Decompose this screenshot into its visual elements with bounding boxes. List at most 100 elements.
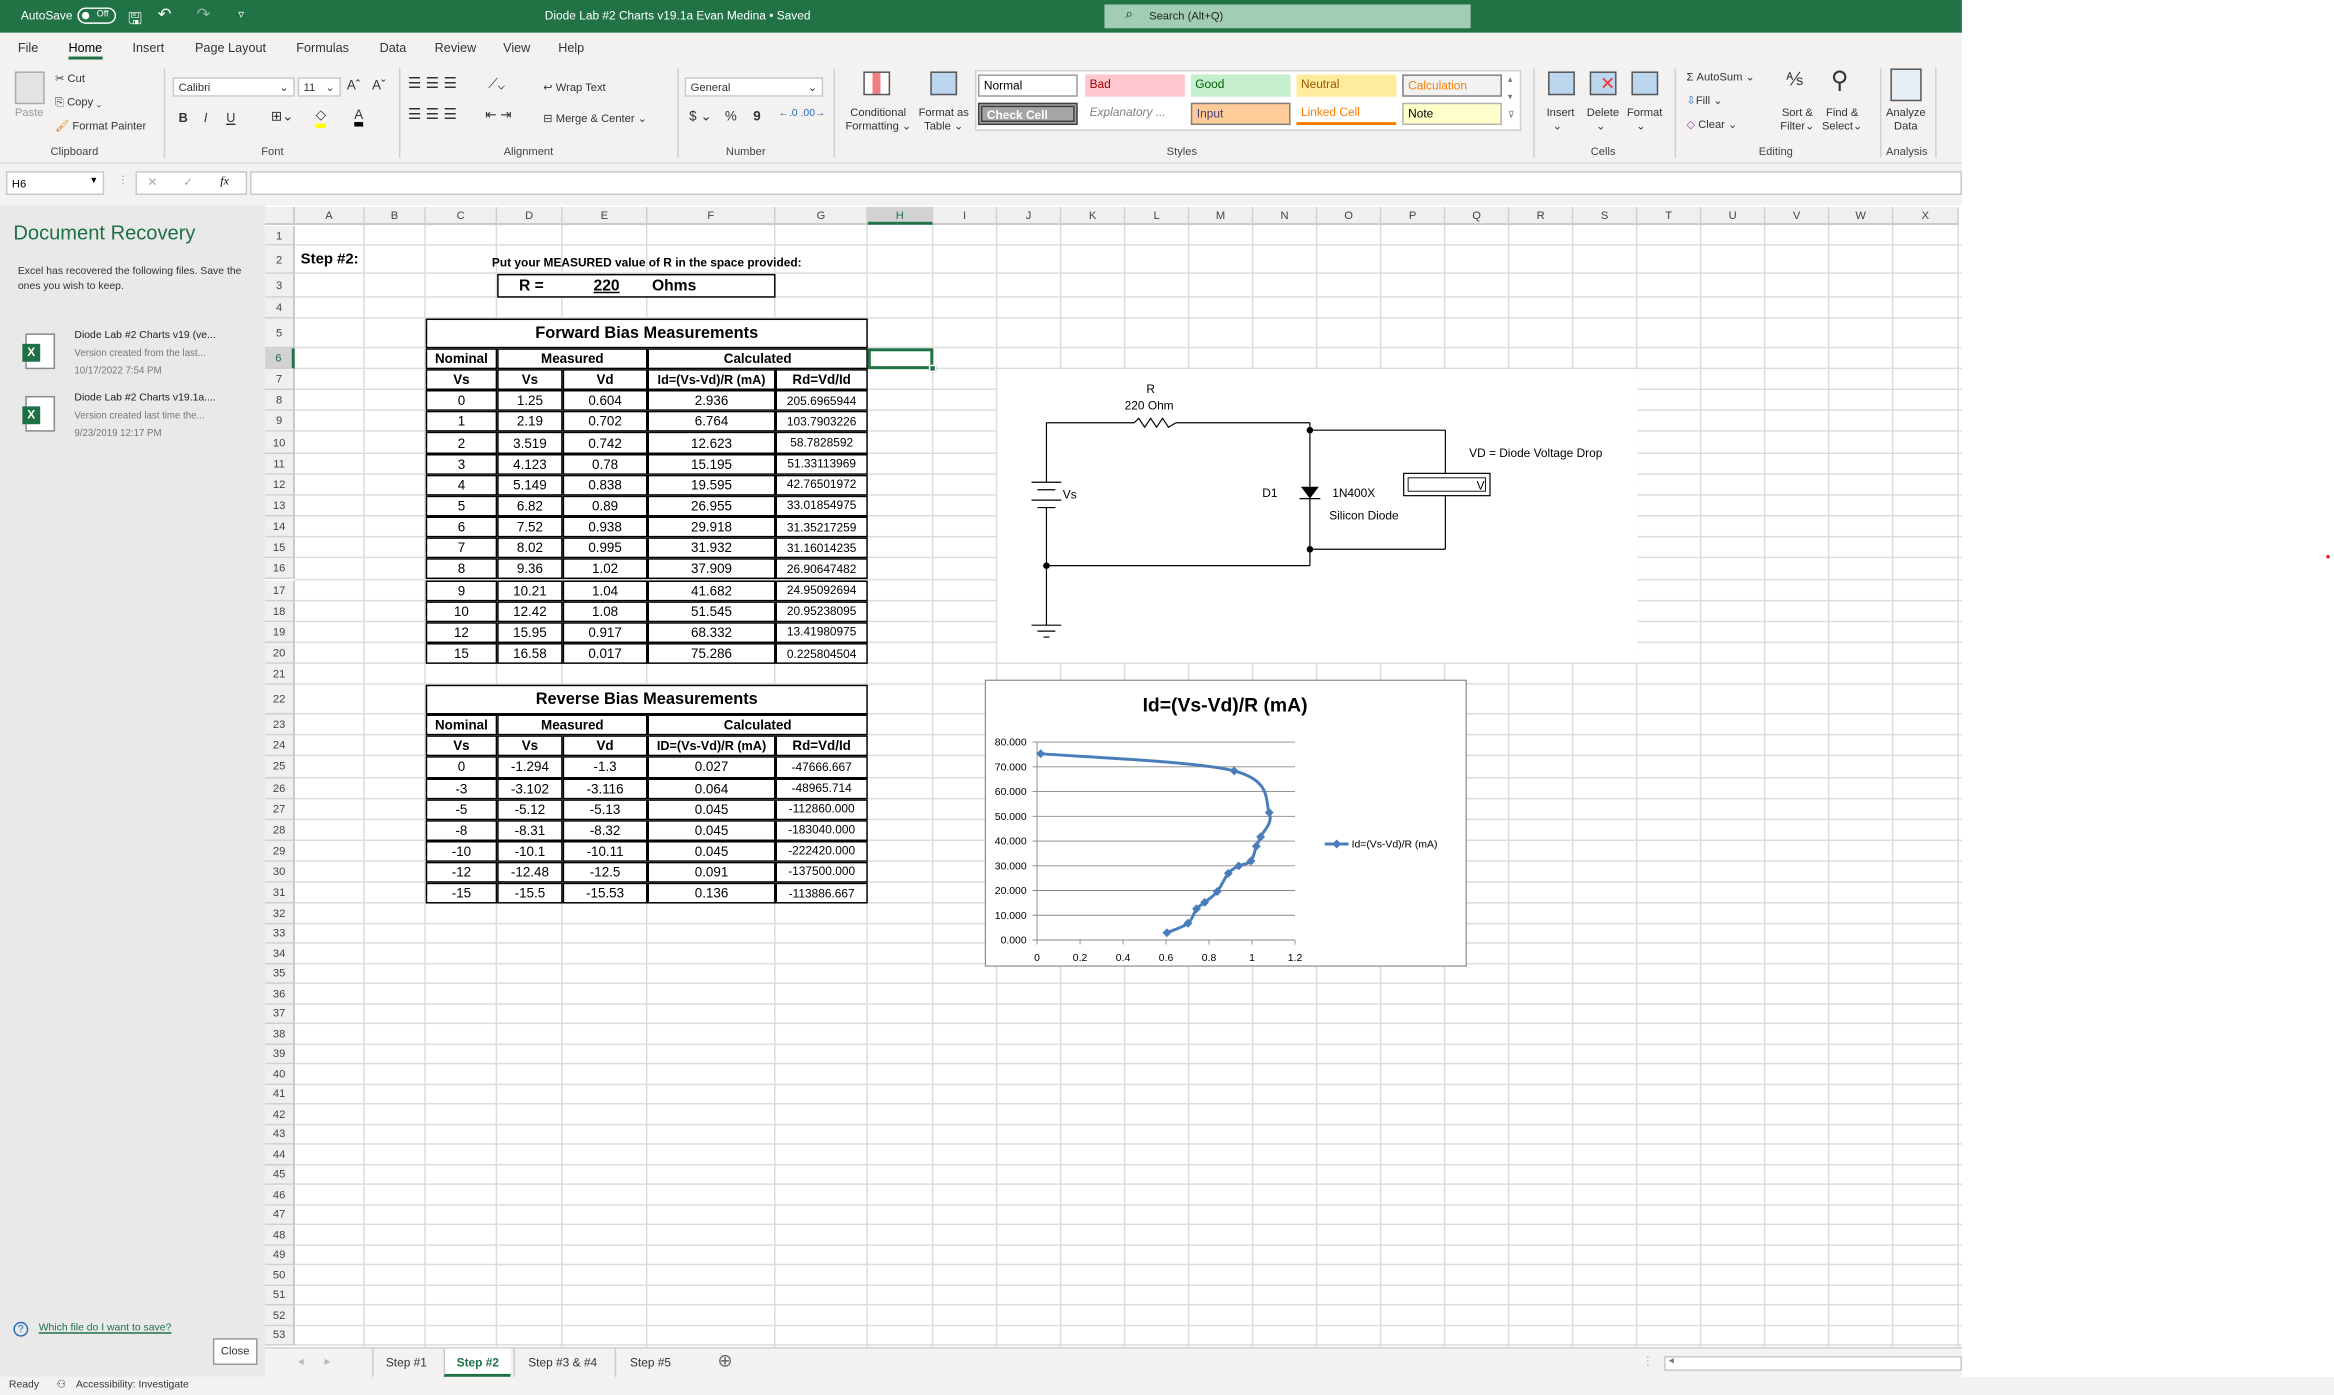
style-note[interactable]: Note (1402, 102, 1502, 126)
reverse-cell[interactable]: -5.13 (562, 798, 648, 820)
column-header-F[interactable]: F (647, 206, 776, 225)
forward-cell[interactable]: 7 (425, 537, 498, 559)
tab-home[interactable]: Home (68, 40, 103, 60)
row-header-29[interactable]: 29 (264, 840, 295, 862)
font-color-icon[interactable]: A (354, 107, 364, 127)
row-header-36[interactable]: 36 (264, 984, 295, 1005)
forward-cell[interactable]: 37.909 (647, 558, 776, 580)
forward-cell[interactable]: 6 (425, 516, 498, 538)
tab-page-layout[interactable]: Page Layout (195, 40, 266, 55)
row-header-27[interactable]: 27 (264, 798, 295, 820)
save-icon[interactable]: 🖫 (128, 6, 142, 34)
row-header-10[interactable]: 10 (264, 432, 295, 454)
accessibility-icon[interactable]: ⚇ (57, 1378, 66, 1390)
reverse-cell[interactable]: -10.1 (497, 840, 563, 862)
row-header-5[interactable]: 5 (264, 318, 295, 349)
italic-button[interactable]: I (204, 110, 208, 125)
forward-cell[interactable]: 16.58 (497, 642, 563, 664)
forward-cell[interactable]: 26.955 (647, 495, 776, 517)
row-header-19[interactable]: 19 (264, 621, 295, 643)
column-header-U[interactable]: U (1701, 206, 1766, 225)
forward-cell[interactable]: 12.623 (647, 432, 776, 454)
forward-cell[interactable]: 12.42 (497, 600, 563, 622)
find-select-icon[interactable]: ⚲ (1831, 65, 1848, 95)
number-format-dropdown[interactable]: General ⌄ (684, 77, 824, 97)
row-header-24[interactable]: 24 (264, 735, 295, 757)
forward-cell[interactable]: 51.33113969 (775, 453, 868, 475)
row-header-33[interactable]: 33 (264, 923, 295, 944)
column-header-M[interactable]: M (1189, 206, 1254, 225)
style-input[interactable]: Input (1190, 102, 1291, 126)
scroll-left-icon[interactable]: ◂ (1669, 1355, 1674, 1366)
row-header-43[interactable]: 43 (264, 1124, 295, 1145)
reverse-cell[interactable]: -137500.000 (775, 861, 868, 883)
format-painter-button[interactable]: 🖌 Format Painter (55, 119, 146, 132)
forward-cell[interactable]: 33.01854975 (775, 495, 868, 517)
row-header-25[interactable]: 25 (264, 756, 295, 778)
insert-cells-icon[interactable] (1548, 71, 1575, 96)
row-header-7[interactable]: 7 (264, 369, 295, 391)
row-header-40[interactable]: 40 (264, 1064, 295, 1085)
column-header-V[interactable]: V (1765, 206, 1830, 225)
column-header-L[interactable]: L (1125, 206, 1190, 225)
format-cells-button[interactable]: Format ⌄ (1627, 106, 1662, 133)
forward-cell[interactable]: 75.286 (647, 642, 776, 664)
reverse-cell[interactable]: -12 (425, 861, 498, 883)
forward-cell[interactable]: 1.08 (562, 600, 648, 622)
style-good[interactable]: Good (1190, 74, 1291, 97)
forward-cell[interactable]: 24.95092694 (775, 579, 868, 601)
style-check-cell[interactable]: Check Cell (977, 102, 1078, 126)
reverse-cell[interactable]: -10 (425, 840, 498, 862)
column-header-C[interactable]: C (425, 206, 498, 225)
orientation-icon[interactable]: ⟋⌄ (488, 76, 505, 92)
forward-cell[interactable]: 31.932 (647, 537, 776, 559)
forward-cell[interactable]: 0.742 (562, 432, 648, 454)
row-header-3[interactable]: 3 (264, 273, 295, 298)
forward-cell[interactable]: 41.682 (647, 579, 776, 601)
column-header-I[interactable]: I (933, 206, 998, 225)
forward-cell[interactable]: 2.19 (497, 411, 563, 433)
cut-button[interactable]: ✂ Cut (55, 71, 85, 84)
sheet-tab[interactable]: Step #5 (614, 1348, 685, 1377)
forward-cell[interactable]: 15 (425, 642, 498, 664)
fill-color-icon[interactable]: ◇ (315, 107, 326, 129)
forward-cell[interactable]: 0 (425, 390, 498, 412)
insert-function-icon[interactable]: fx (220, 174, 229, 187)
row-header-12[interactable]: 12 (264, 474, 295, 496)
tab-review[interactable]: Review (435, 40, 476, 55)
reverse-cell[interactable]: 0.045 (647, 840, 776, 862)
forward-cell[interactable]: 0.995 (562, 537, 648, 559)
forward-cell[interactable]: 0.017 (562, 642, 648, 664)
borders-icon[interactable]: ⊞⌄ (271, 109, 293, 125)
reverse-cell[interactable]: -1.294 (497, 756, 563, 778)
row-header-6[interactable]: 6 (264, 348, 295, 370)
forward-cell[interactable]: 15.95 (497, 621, 563, 643)
row-header-2[interactable]: 2 (264, 245, 295, 274)
row-header-32[interactable]: 32 (264, 903, 295, 924)
r-value-input[interactable]: 220 (564, 275, 649, 296)
forward-cell[interactable]: 0.838 (562, 474, 648, 496)
row-header-38[interactable]: 38 (264, 1024, 295, 1045)
reverse-cell[interactable]: 0.045 (647, 819, 776, 841)
reverse-cell[interactable]: -8.32 (562, 819, 648, 841)
forward-cell[interactable]: 51.545 (647, 600, 776, 622)
column-header-K[interactable]: K (1061, 206, 1126, 225)
conditional-formatting-icon[interactable] (863, 71, 891, 96)
formula-bar-splitter[interactable]: ⋮ (118, 174, 128, 186)
autosave-toggle[interactable]: Off (77, 7, 117, 24)
row-header-46[interactable]: 46 (264, 1185, 295, 1206)
row-header-42[interactable]: 42 (264, 1104, 295, 1125)
underline-button[interactable]: U (226, 110, 235, 125)
column-header-S[interactable]: S (1573, 206, 1638, 225)
sheet-tab[interactable]: Step #2 (443, 1348, 511, 1377)
reverse-cell[interactable]: -8 (425, 819, 498, 841)
close-button[interactable]: Close (212, 1338, 258, 1365)
cancel-icon[interactable]: ✕ (147, 176, 157, 189)
tab-view[interactable]: View (503, 40, 530, 55)
forward-cell[interactable]: 10 (425, 600, 498, 622)
insert-cells-button[interactable]: Insert ⌄ (1547, 106, 1575, 133)
column-header-Q[interactable]: Q (1445, 206, 1510, 225)
row-header-17[interactable]: 17 (264, 579, 295, 601)
reverse-cell[interactable]: -1.3 (562, 756, 648, 778)
row-header-22[interactable]: 22 (264, 685, 295, 715)
